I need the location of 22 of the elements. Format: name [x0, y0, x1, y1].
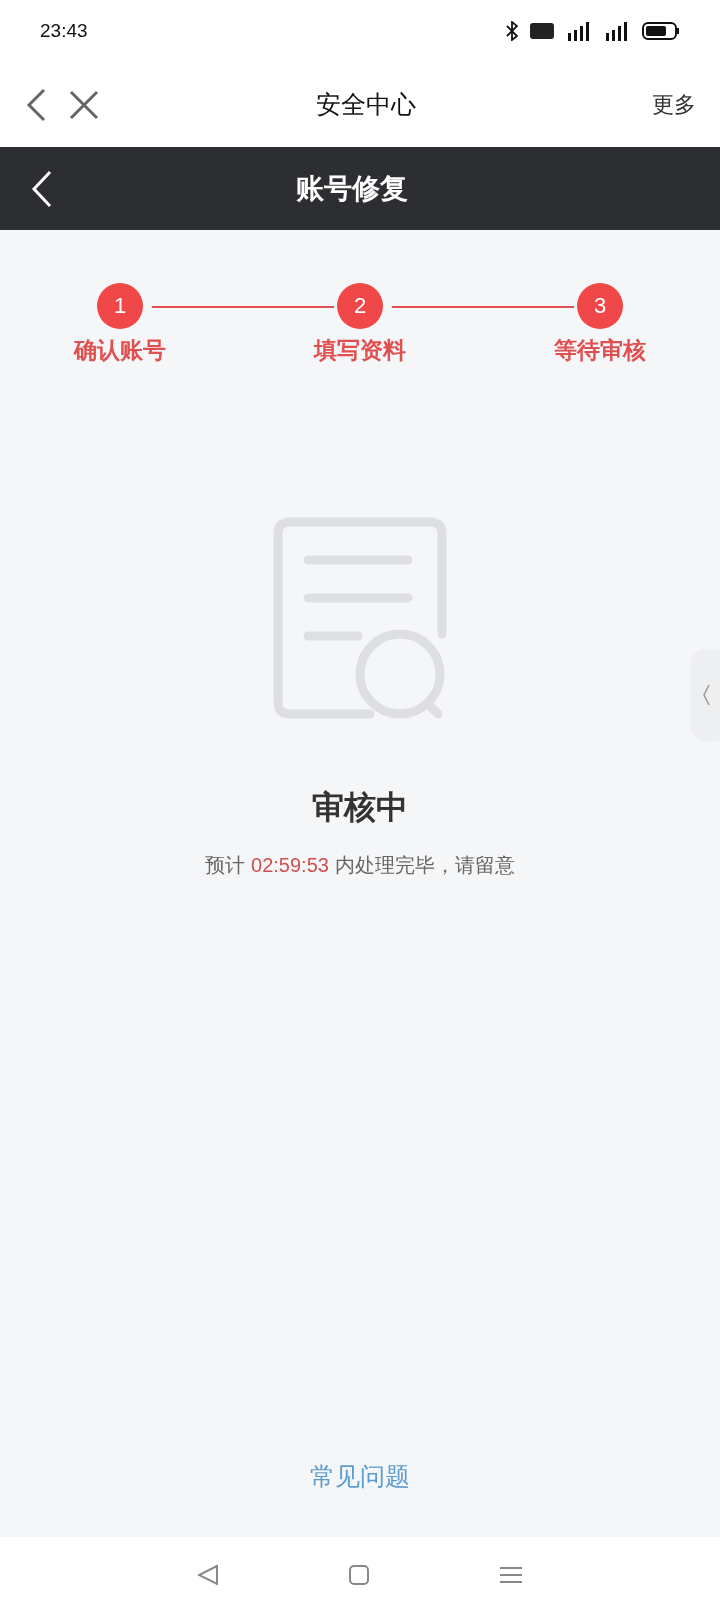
- back-icon[interactable]: [197, 1563, 219, 1586]
- home-icon[interactable]: [349, 1564, 369, 1585]
- menu-icon[interactable]: [499, 1564, 523, 1585]
- close-button[interactable]: [68, 88, 100, 121]
- status-time: 23:43: [40, 20, 88, 42]
- more-button[interactable]: 更多: [652, 89, 696, 120]
- step-number: 2: [337, 283, 383, 329]
- step-label: 填写资料: [314, 336, 406, 365]
- side-handle[interactable]: [692, 650, 720, 740]
- step-label: 等待审核: [554, 336, 646, 365]
- back-button[interactable]: [30, 168, 54, 209]
- signal-icon: [604, 21, 630, 41]
- status-note: 预计 02:59:53 内处理完毕，请留意: [204, 852, 516, 879]
- status-title: 审核中: [312, 787, 408, 828]
- step-label: 确认账号: [74, 336, 166, 365]
- signal-icon: [566, 21, 592, 41]
- step-number: 1: [97, 283, 143, 329]
- step-number: 3: [577, 283, 623, 329]
- battery-icon: [642, 22, 680, 40]
- bluetooth-icon: [506, 21, 518, 41]
- page-title: 安全中心: [315, 89, 417, 121]
- header-title: 账号修复: [295, 170, 409, 207]
